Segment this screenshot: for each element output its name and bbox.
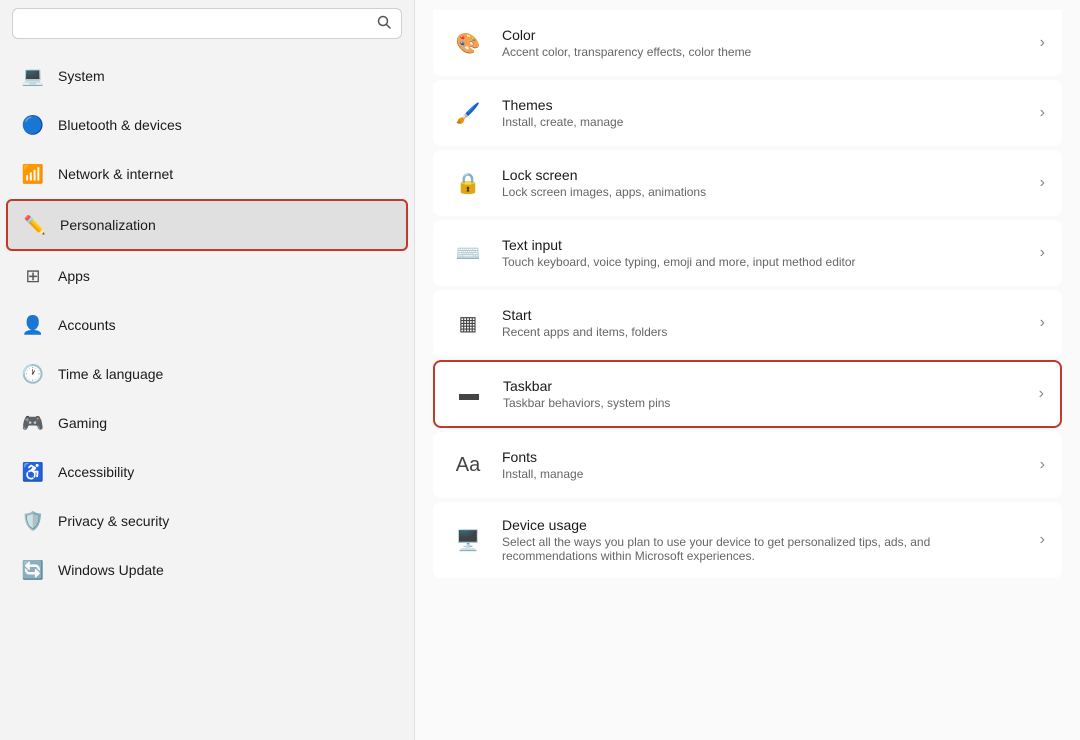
chevron-right-icon: › xyxy=(1040,314,1045,332)
sidebar-item-system[interactable]: 💻 System xyxy=(6,52,408,100)
sidebar-item-label: Apps xyxy=(58,268,90,284)
lockscreen-icon: 🔒 xyxy=(450,165,486,201)
chevron-right-icon: › xyxy=(1040,531,1045,549)
textinput-icon: ⌨️ xyxy=(450,235,486,271)
setting-item-color[interactable]: 🎨 Color Accent color, transparency effec… xyxy=(433,10,1062,76)
sidebar-item-apps[interactable]: ⊞ Apps xyxy=(6,252,408,300)
sidebar-item-label: Personalization xyxy=(60,217,156,233)
sidebar-item-label: Privacy & security xyxy=(58,513,169,529)
sidebar: 💻 System 🔵 Bluetooth & devices 📶 Network… xyxy=(0,0,415,740)
setting-item-themes[interactable]: 🖌️ Themes Install, create, manage › xyxy=(433,80,1062,146)
setting-title-textinput: Text input xyxy=(502,237,1024,253)
privacy-icon: 🛡️ xyxy=(22,510,44,532)
setting-title-themes: Themes xyxy=(502,97,1024,113)
setting-desc-themes: Install, create, manage xyxy=(502,115,1024,129)
accessibility-icon: ♿ xyxy=(22,461,44,483)
chevron-right-icon: › xyxy=(1039,385,1044,403)
setting-title-fonts: Fonts xyxy=(502,449,1024,465)
settings-list: 🎨 Color Accent color, transparency effec… xyxy=(433,10,1062,578)
setting-desc-lockscreen: Lock screen images, apps, animations xyxy=(502,185,1024,199)
taskbar-icon: ▬ xyxy=(451,376,487,412)
sidebar-item-privacy[interactable]: 🛡️ Privacy & security xyxy=(6,497,408,545)
main-content: 🎨 Color Accent color, transparency effec… xyxy=(415,0,1080,740)
setting-desc-taskbar: Taskbar behaviors, system pins xyxy=(503,396,1023,410)
setting-desc-color: Accent color, transparency effects, colo… xyxy=(502,45,1024,59)
chevron-right-icon: › xyxy=(1040,456,1045,474)
deviceusage-icon: 🖥️ xyxy=(450,522,486,558)
sidebar-item-label: Accounts xyxy=(58,317,116,333)
sidebar-item-accounts[interactable]: 👤 Accounts xyxy=(6,301,408,349)
apps-icon: ⊞ xyxy=(22,265,44,287)
sidebar-item-personalization[interactable]: ✏️ Personalization xyxy=(6,199,408,251)
sidebar-item-accessibility[interactable]: ♿ Accessibility xyxy=(6,448,408,496)
bluetooth-icon: 🔵 xyxy=(22,114,44,136)
chevron-right-icon: › xyxy=(1040,244,1045,262)
setting-item-taskbar[interactable]: ▬ Taskbar Taskbar behaviors, system pins… xyxy=(433,360,1062,428)
accounts-icon: 👤 xyxy=(22,314,44,336)
setting-title-lockscreen: Lock screen xyxy=(502,167,1024,183)
sidebar-item-bluetooth[interactable]: 🔵 Bluetooth & devices xyxy=(6,101,408,149)
setting-desc-start: Recent apps and items, folders xyxy=(502,325,1024,339)
system-icon: 💻 xyxy=(22,65,44,87)
network-icon: 📶 xyxy=(22,163,44,185)
chevron-right-icon: › xyxy=(1040,104,1045,122)
setting-item-textinput[interactable]: ⌨️ Text input Touch keyboard, voice typi… xyxy=(433,220,1062,286)
sidebar-item-update[interactable]: 🔄 Windows Update xyxy=(6,546,408,594)
sidebar-item-gaming[interactable]: 🎮 Gaming xyxy=(6,399,408,447)
sidebar-item-label: Gaming xyxy=(58,415,107,431)
fonts-icon: Aa xyxy=(450,447,486,483)
setting-desc-fonts: Install, manage xyxy=(502,467,1024,481)
search-bar[interactable] xyxy=(12,8,402,39)
setting-title-color: Color xyxy=(502,27,1024,43)
sidebar-item-label: Network & internet xyxy=(58,166,173,182)
setting-title-deviceusage: Device usage xyxy=(502,517,1024,533)
setting-item-deviceusage[interactable]: 🖥️ Device usage Select all the ways you … xyxy=(433,502,1062,578)
nav-list: 💻 System 🔵 Bluetooth & devices 📶 Network… xyxy=(0,51,414,595)
themes-icon: 🖌️ xyxy=(450,95,486,131)
sidebar-item-label: Bluetooth & devices xyxy=(58,117,182,133)
gaming-icon: 🎮 xyxy=(22,412,44,434)
personalization-icon: ✏️ xyxy=(24,214,46,236)
setting-item-start[interactable]: ▦ Start Recent apps and items, folders › xyxy=(433,290,1062,356)
sidebar-item-label: Time & language xyxy=(58,366,163,382)
chevron-right-icon: › xyxy=(1040,174,1045,192)
time-icon: 🕐 xyxy=(22,363,44,385)
color-icon: 🎨 xyxy=(450,25,486,61)
setting-desc-deviceusage: Select all the ways you plan to use your… xyxy=(502,535,1024,563)
setting-item-lockscreen[interactable]: 🔒 Lock screen Lock screen images, apps, … xyxy=(433,150,1062,216)
search-icon xyxy=(377,15,391,32)
start-icon: ▦ xyxy=(450,305,486,341)
search-input[interactable] xyxy=(23,16,369,32)
setting-desc-textinput: Touch keyboard, voice typing, emoji and … xyxy=(502,255,1024,269)
setting-title-taskbar: Taskbar xyxy=(503,378,1023,394)
sidebar-item-label: Windows Update xyxy=(58,562,164,578)
sidebar-item-label: Accessibility xyxy=(58,464,134,480)
sidebar-item-label: System xyxy=(58,68,105,84)
chevron-right-icon: › xyxy=(1040,34,1045,52)
update-icon: 🔄 xyxy=(22,559,44,581)
sidebar-item-time[interactable]: 🕐 Time & language xyxy=(6,350,408,398)
setting-title-start: Start xyxy=(502,307,1024,323)
setting-item-fonts[interactable]: Aa Fonts Install, manage › xyxy=(433,432,1062,498)
sidebar-item-network[interactable]: 📶 Network & internet xyxy=(6,150,408,198)
